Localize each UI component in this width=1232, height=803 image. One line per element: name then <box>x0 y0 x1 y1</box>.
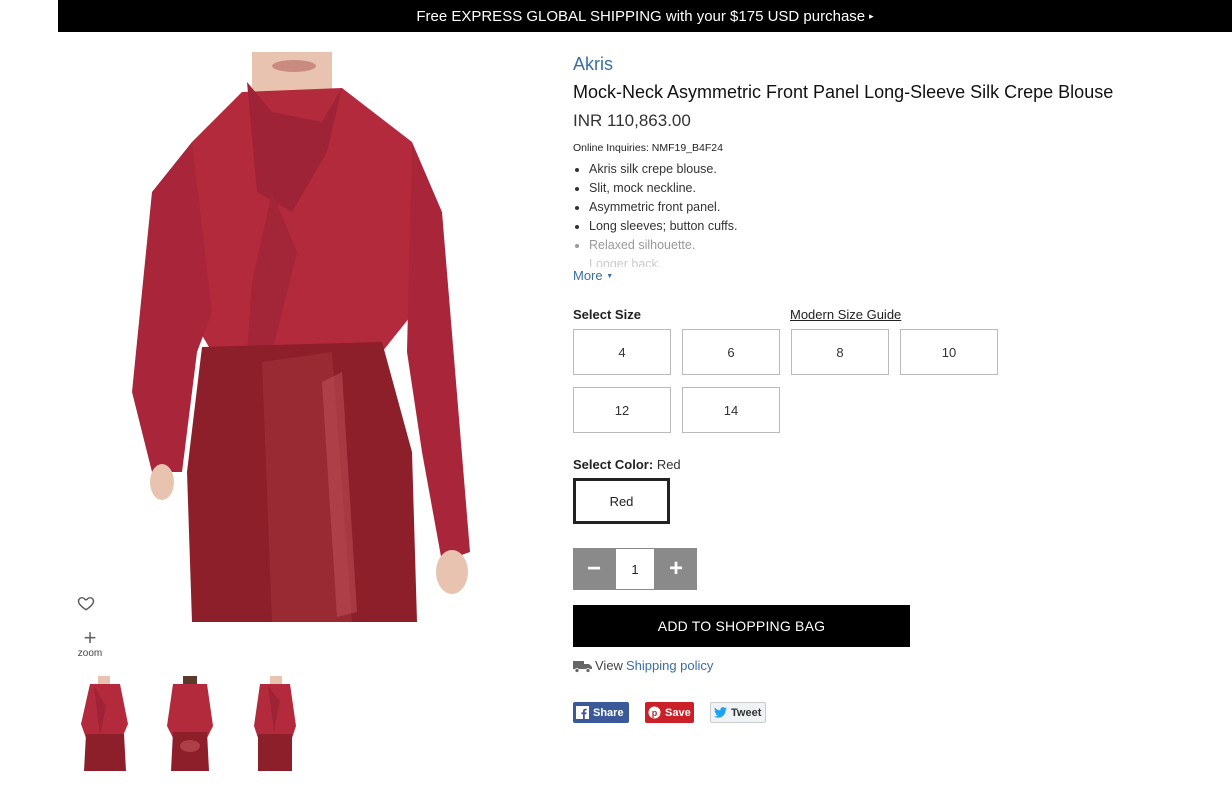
more-link[interactable]: More ▼ <box>573 268 1173 283</box>
list-item: Longer back. <box>589 255 1173 267</box>
brand-link[interactable]: Akris <box>573 54 1173 75</box>
online-inquiries: Online Inquiries: NMF19_B4F24 <box>573 142 723 154</box>
promo-text[interactable]: Free EXPRESS GLOBAL SHIPPING with your $… <box>416 8 865 25</box>
size-option-10[interactable]: 10 <box>900 329 998 375</box>
size-option-6[interactable]: 6 <box>682 329 780 375</box>
pinterest-save-button[interactable]: p Save <box>645 702 694 723</box>
size-options: 4 6 8 10 12 14 <box>573 329 1013 433</box>
facebook-share-button[interactable]: Share <box>573 702 629 723</box>
list-item: Akris silk crepe blouse. <box>589 160 1173 179</box>
size-option-8[interactable]: 8 <box>791 329 889 375</box>
add-to-bag-button[interactable]: ADD TO SHOPPING BAG <box>573 605 910 647</box>
promo-banner[interactable]: Free EXPRESS GLOBAL SHIPPING with your $… <box>58 0 1232 32</box>
list-item: Long sleeves; button cuffs. <box>589 217 1173 236</box>
truck-icon <box>573 659 593 673</box>
twitter-tweet-label: Tweet <box>731 706 762 719</box>
product-price: INR 110,863.00 <box>573 111 691 130</box>
quantity-stepper: − + <box>573 548 697 590</box>
list-item: Slit, mock neckline. <box>589 179 1173 198</box>
thumbnail-side[interactable] <box>246 676 304 771</box>
twitter-tweet-button[interactable]: Tweet <box>710 702 766 723</box>
color-option-red[interactable]: Red <box>573 478 670 524</box>
product-details: Akris Mock-Neck Asymmetric Front Panel L… <box>573 54 1173 283</box>
shipping-prefix: View <box>595 658 623 673</box>
product-main-image[interactable] <box>122 52 486 622</box>
plus-button[interactable]: + <box>655 548 697 590</box>
size-option-12[interactable]: 12 <box>573 387 671 433</box>
thumbnail-front[interactable] <box>76 676 134 771</box>
shipping-policy: View Shipping policy <box>573 658 713 673</box>
shipping-policy-link[interactable]: Shipping policy <box>626 658 713 673</box>
pinterest-save-label: Save <box>665 706 691 719</box>
selected-color: Red <box>656 457 681 472</box>
facebook-icon <box>576 706 589 719</box>
svg-text:p: p <box>652 708 658 718</box>
list-item: Asymmetric front panel. <box>589 198 1173 217</box>
size-option-14[interactable]: 14 <box>682 387 780 433</box>
more-label: More <box>573 268 603 283</box>
zoom-button[interactable]: + zoom <box>74 625 106 660</box>
list-item: Relaxed silhouette. <box>589 236 1173 255</box>
chevron-right-icon: ▸ <box>869 10 874 21</box>
pinterest-icon: p <box>648 706 661 719</box>
size-heading: Select Size <box>573 307 641 322</box>
quantity-input[interactable] <box>615 548 655 590</box>
minus-button[interactable]: − <box>573 548 615 590</box>
chevron-down-icon: ▼ <box>606 273 614 281</box>
color-heading: Select Color: Red <box>573 457 681 472</box>
plus-icon: + <box>83 625 97 650</box>
thumbnail-strip <box>76 676 304 771</box>
heart-icon[interactable] <box>77 594 97 614</box>
zoom-label: zoom <box>77 648 103 659</box>
size-option-4[interactable]: 4 <box>573 329 671 375</box>
thumbnail-back[interactable] <box>161 676 219 771</box>
product-title: Mock-Neck Asymmetric Front Panel Long-Sl… <box>573 82 1114 102</box>
color-heading-label: Select Color: <box>573 457 654 472</box>
share-buttons: Share p Save Tweet <box>573 702 766 723</box>
product-bullets: Akris silk crepe blouse. Slit, mock neck… <box>573 160 1173 267</box>
facebook-share-label: Share <box>593 706 624 719</box>
twitter-icon <box>714 707 727 718</box>
size-guide-link[interactable]: Modern Size Guide <box>790 307 901 322</box>
